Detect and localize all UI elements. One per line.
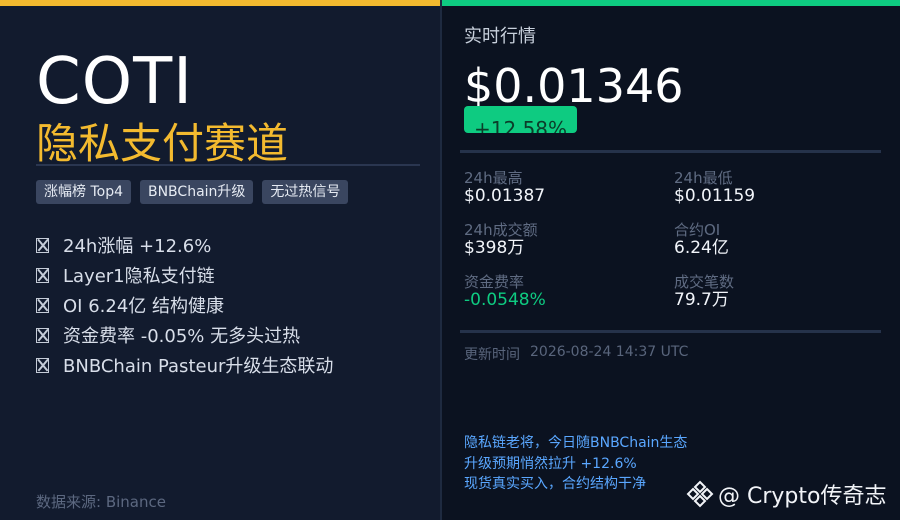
list-item: 资金费率 -0.05% 无多头过热 <box>36 320 333 350</box>
highlight-list: 24h涨幅 +12.6% Layer1隐私支付链 OI 6.24亿 结构健康 资… <box>36 230 333 380</box>
left-accent-bar <box>0 0 440 6</box>
stat-oi-value: 6.24亿 <box>674 238 729 258</box>
coin-subtitle: 隐私支付赛道 <box>36 119 289 168</box>
stats-top-divider <box>460 150 881 153</box>
list-item-text: Layer1隐私支付链 <box>63 266 215 287</box>
stat-funding-value: -0.0548% <box>464 290 546 310</box>
right-accent-bar <box>442 0 900 6</box>
data-source: 数据来源: Binance <box>36 493 166 511</box>
stats-bottom-divider <box>460 330 881 333</box>
list-item: BNBChain Pasteur升级生态联动 <box>36 350 333 380</box>
box-icon <box>36 357 49 373</box>
list-item-text: BNBChain Pasteur升级生态联动 <box>63 356 334 377</box>
box-icon <box>36 267 49 283</box>
commentary-line: 升级预期悄然拉升 +12.6% <box>464 455 637 472</box>
tag-top4: 涨幅榜 Top4 <box>36 180 131 204</box>
stat-low-value: $0.01159 <box>674 186 756 206</box>
list-item: OI 6.24亿 结构健康 <box>36 290 333 320</box>
commentary-line: 现货真实买入，合约结构干净 <box>464 476 646 492</box>
list-item: 24h涨幅 +12.6% <box>36 230 333 260</box>
watermark: @ Crypto传奇志 <box>686 478 886 510</box>
tag-no-overheat: 无过热信号 <box>262 180 349 204</box>
stat-high-value: $0.01387 <box>464 186 546 206</box>
list-item-text: OI 6.24亿 结构健康 <box>63 296 224 317</box>
tag-bnbchain-upgrade: BNBChain升级 <box>139 180 254 204</box>
tag-list: 涨幅榜 Top4 BNBChain升级 无过热信号 <box>36 180 349 204</box>
update-time-value: 2026-08-24 14:37 UTC <box>530 344 689 360</box>
watermark-text: @ Crypto传奇志 <box>718 484 887 509</box>
list-item-text: 资金费率 -0.05% 无多头过热 <box>63 326 301 347</box>
coin-title: COTI <box>36 45 194 119</box>
price-change-badge: +12.58% <box>464 106 577 133</box>
realtime-market-label: 实时行情 <box>464 26 536 47</box>
list-item-text: 24h涨幅 +12.6% <box>63 236 212 257</box>
stat-volume-value: $398万 <box>464 238 525 258</box>
box-icon <box>36 327 49 343</box>
box-icon <box>36 237 49 253</box>
update-time-label: 更新时间 <box>464 347 520 363</box>
commentary-line: 隐私链老将，今日随BNBChain生态 <box>464 435 688 451</box>
box-icon <box>36 297 49 313</box>
list-item: Layer1隐私支付链 <box>36 260 333 290</box>
title-divider <box>36 164 420 166</box>
price-change-value: +12.58% <box>474 117 568 133</box>
stat-trades-value: 79.7万 <box>674 290 729 310</box>
binance-logo-icon <box>686 480 714 508</box>
commentary: 隐私链老将，今日随BNBChain生态 升级预期悄然拉升 +12.6% 现货真实… <box>464 433 687 495</box>
